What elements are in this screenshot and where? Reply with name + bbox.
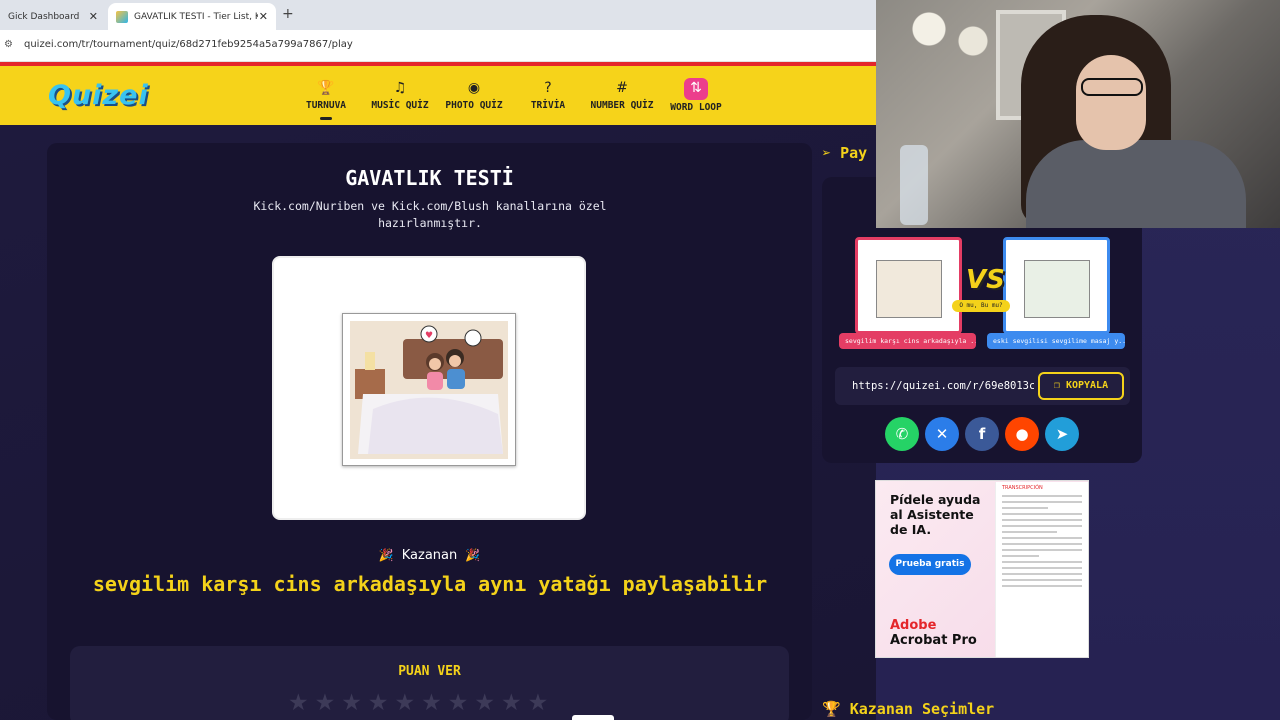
url-text[interactable]: quizei.com/tr/tournament/quiz/68d271feb9… — [24, 39, 353, 50]
x-share-button[interactable]: ✕ — [925, 417, 959, 451]
copy-icon: ❐ — [1053, 380, 1060, 391]
vs-thumb-left — [876, 260, 942, 318]
site-logo[interactable]: Quizei — [48, 80, 149, 111]
copy-button[interactable]: ❐ KOPYALA — [1038, 372, 1124, 400]
site-settings-icon[interactable]: ⚙ — [4, 39, 16, 51]
quiz-subtitle: Kick.com/Nuriben ve Kick.com/Blush kanal… — [253, 199, 607, 230]
winner-text: sevgilim karşı cins arkadaşıyla aynı yat… — [92, 572, 768, 596]
music-note-icon: ♫ — [393, 80, 407, 96]
vs-caption-left: sevgilim karşı cins arkadaşıyla ... — [839, 333, 976, 349]
ad-document-preview: TRANSCRIPCIÓN — [995, 482, 1088, 657]
close-icon[interactable]: ✕ — [259, 10, 268, 23]
x-icon: ✕ — [935, 425, 949, 443]
winners-heading-text: Kazanan Seçimler — [849, 700, 995, 718]
star-icon[interactable]: ★ — [501, 692, 522, 715]
nav-label: WORD LOOP — [670, 102, 722, 113]
camera-icon: ◉ — [467, 80, 481, 96]
nav-music-quiz[interactable]: ♫ MUSİC QUİZ — [364, 78, 436, 111]
address-bar[interactable]: ⚙ quizei.com/tr/tournament/quiz/68d271fe… — [0, 30, 876, 62]
quiz-title: GAVATLIK TESTİ — [345, 166, 514, 190]
vs-thumb-right — [1024, 260, 1090, 318]
star-icon[interactable]: ★ — [315, 692, 336, 715]
ad-doc-title: TRANSCRIPCIÓN — [1002, 485, 1043, 491]
share-heading: ➢ Pay — [822, 144, 867, 162]
vs-caption-right: eski sevgilisi sevgilime masaj y... — [987, 333, 1125, 349]
browser-tab-dashboard[interactable]: Gick Dashboard ✕ — [0, 3, 106, 30]
vs-bubble: O mu, Bu mu? — [952, 300, 1010, 312]
whatsapp-icon: ✆ — [895, 425, 909, 443]
favicon-icon — [116, 10, 128, 23]
nav-trivia[interactable]: ? TRİVİA — [512, 78, 584, 111]
winner-label: 🎉 Kazanan 🎉 — [47, 548, 812, 563]
winner-image: ♥ — [342, 313, 516, 466]
trophy-icon: 🏆 — [822, 700, 841, 718]
site-header: Quizei 🏆 TURNUVA ♫ MUSİC QUİZ ◉ PHOTO QU… — [0, 62, 876, 125]
webcam-person-face — [1076, 55, 1146, 150]
share-heading-text: Pay — [840, 144, 868, 162]
webcam-bottle — [900, 145, 928, 225]
vs-mark: VS — [966, 265, 1005, 295]
vs-card-left — [855, 237, 962, 334]
browser-tab-bar: Gick Dashboard ✕ GAVATLIK TESTİ - Tier L… — [0, 0, 876, 30]
webcam-person-hoodie — [1026, 140, 1246, 228]
reddit-icon: ● — [1015, 425, 1029, 443]
webcam-overlay — [876, 0, 1280, 228]
nav-label: MUSİC QUİZ — [371, 100, 429, 111]
nav-label: PHOTO QUİZ — [445, 100, 503, 111]
nav-photo-quiz[interactable]: ◉ PHOTO QUİZ — [438, 78, 510, 111]
ad-brand-line1: Adobe — [890, 618, 937, 633]
party-popper-icon: 🎉 — [378, 548, 394, 562]
nav-label: NUMBER QUİZ — [590, 100, 654, 111]
star-icon[interactable]: ★ — [421, 692, 442, 715]
star-icon[interactable]: ★ — [288, 692, 309, 715]
nav-label: TRİVİA — [530, 100, 566, 111]
webcam-person-glasses — [1081, 78, 1143, 96]
nav-word-loop[interactable]: ⇅ WORD LOOP — [660, 78, 732, 113]
star-icon[interactable]: ★ — [341, 692, 362, 715]
winners-heading: 🏆 Kazanan Seçimler — [822, 700, 994, 718]
tab-label: Gick Dashboard — [8, 11, 80, 22]
sort-icon: ⇅ — [684, 78, 708, 100]
tab-label: GAVATLIK TESTİ - Tier List, Kör — [134, 11, 258, 22]
party-popper-icon: 🎉 — [465, 548, 481, 562]
question-icon: ? — [544, 80, 552, 96]
webcam-flowers — [896, 5, 1006, 65]
ad-brand: Adobe Acrobat Pro — [890, 618, 977, 648]
telegram-share-button[interactable]: ➤ — [1045, 417, 1079, 451]
trophy-icon: 🏆 — [317, 80, 335, 96]
star-icon[interactable]: ★ — [395, 692, 416, 715]
nav-number-quiz[interactable]: # NUMBER QUİZ — [586, 78, 658, 111]
copy-button-label: KOPYALA — [1065, 380, 1109, 391]
vs-card-right — [1003, 237, 1110, 334]
telegram-icon: ➤ — [1055, 425, 1069, 443]
share-link-input[interactable]: https://quizei.com/r/69e8013c8 — [852, 380, 1034, 392]
hash-icon: # — [616, 80, 628, 96]
star-icon[interactable]: ★ — [528, 692, 549, 715]
facebook-share-button[interactable]: f — [965, 417, 999, 451]
star-rating[interactable]: ★ ★ ★ ★ ★ ★ ★ ★ ★ ★ — [288, 692, 548, 715]
browser-tab-quiz[interactable]: GAVATLIK TESTİ - Tier List, Kör ✕ — [108, 3, 276, 30]
ad-headline: Pídele ayuda al Asistente de IA. — [890, 492, 981, 537]
nav-label: TURNUVA — [305, 100, 347, 111]
whatsapp-share-button[interactable]: ✆ — [885, 417, 919, 451]
reddit-share-button[interactable]: ● — [1005, 417, 1039, 451]
facebook-icon: f — [978, 425, 986, 443]
active-nav-indicator — [320, 117, 332, 120]
close-icon[interactable]: ✕ — [89, 10, 98, 23]
rating-title: PUAN VER — [398, 664, 461, 679]
star-icon[interactable]: ★ — [448, 692, 469, 715]
new-tab-icon[interactable]: + — [282, 6, 294, 22]
scroll-to-top-handle[interactable] — [572, 715, 614, 720]
couple-in-bed-illustration: ♥ — [350, 321, 508, 459]
winner-label-text: Kazanan — [401, 548, 458, 563]
star-icon[interactable]: ★ — [368, 692, 389, 715]
ad-cta-button[interactable]: Prueba gratis — [889, 554, 971, 575]
send-icon: ➢ — [822, 144, 832, 162]
ad-brand-line2: Acrobat Pro — [890, 633, 977, 648]
nav-turnuva[interactable]: 🏆 TURNUVA — [290, 78, 362, 111]
star-icon[interactable]: ★ — [474, 692, 495, 715]
svg-text:♥: ♥ — [425, 331, 433, 341]
